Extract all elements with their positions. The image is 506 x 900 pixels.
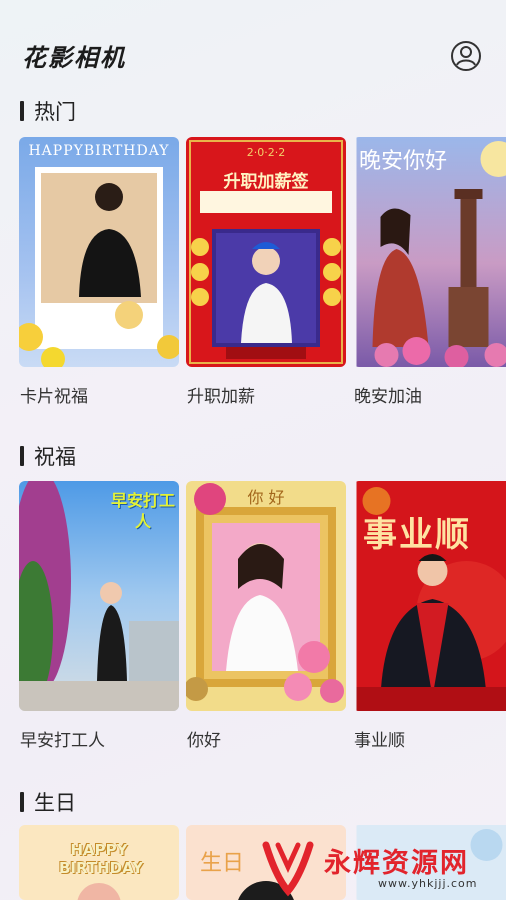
template-card-promotion[interactable]: 2·0·2·2 升职加薪签 <box>186 137 346 367</box>
template-label: 卡片祝福 <box>20 387 88 407</box>
section-marker <box>20 446 24 466</box>
template-card-goodnight[interactable]: 晚安你好 <box>353 137 506 367</box>
template-thumbnail <box>19 137 179 367</box>
section-marker <box>20 101 24 121</box>
profile-button[interactable] <box>450 40 482 72</box>
watermark-text: 永辉资源网 <box>324 848 469 879</box>
template-label: 事业顺 <box>354 731 405 751</box>
thumbnail-text: HAPPYBIRTHDAY <box>28 143 170 159</box>
template-card-birthday-1[interactable]: HAPPY BIRTHDAY <box>19 825 179 900</box>
thumbnail-text: 晚安你好 <box>359 149 448 174</box>
template-label: 早安打工人 <box>20 731 105 751</box>
section-title-text: 祝福 <box>34 445 76 469</box>
section-title-text: 生日 <box>34 791 76 815</box>
template-card-career[interactable]: 事业顺 <box>353 481 506 711</box>
template-card-hello[interactable]: 你 好 <box>186 481 346 711</box>
thumbnail-text: 你 好 <box>247 488 285 507</box>
template-thumbnail <box>186 481 346 711</box>
watermark: 永辉资源网 www.yhkjjj.com <box>258 835 506 900</box>
section-title-blessing: 祝福 <box>20 441 76 471</box>
thumbnail-subtext: 2·0·2·2 <box>246 146 286 159</box>
thumbnail-text: 升职加薪签 <box>223 172 309 192</box>
watermark-logo-icon <box>262 841 314 897</box>
section-title-hot: 热门 <box>20 96 76 126</box>
template-label: 晚安加油 <box>354 387 422 407</box>
section-title-birthday: 生日 <box>20 787 76 817</box>
user-icon <box>451 41 481 71</box>
section-title-text: 热门 <box>34 100 76 124</box>
template-label: 你好 <box>187 731 221 751</box>
section-marker <box>20 792 24 812</box>
thumbnail-text: 生日 <box>200 851 245 876</box>
template-card-morning-worker[interactable]: 早安打工人 <box>19 481 179 711</box>
thumbnail-text: 早安打工人 <box>111 491 176 531</box>
thumbnail-text: 事业顺 <box>363 515 471 555</box>
app-title: 花影相机 <box>22 44 126 72</box>
template-card-birthday[interactable]: HAPPYBIRTHDAY <box>19 137 179 367</box>
thumbnail-text: HAPPY BIRTHDAY <box>59 841 144 877</box>
watermark-url: www.yhkjjj.com <box>378 877 478 890</box>
top-bar: 花影相机 <box>0 0 506 100</box>
template-label: 升职加薪 <box>187 387 255 407</box>
